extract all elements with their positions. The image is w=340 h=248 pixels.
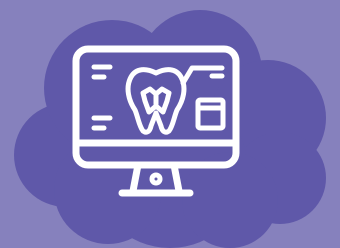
dental-xray-illustration (0, 0, 340, 248)
illustration-svg (0, 0, 340, 248)
monitor-stand-left (129, 161, 142, 195)
monitor-stand-right (170, 161, 183, 195)
